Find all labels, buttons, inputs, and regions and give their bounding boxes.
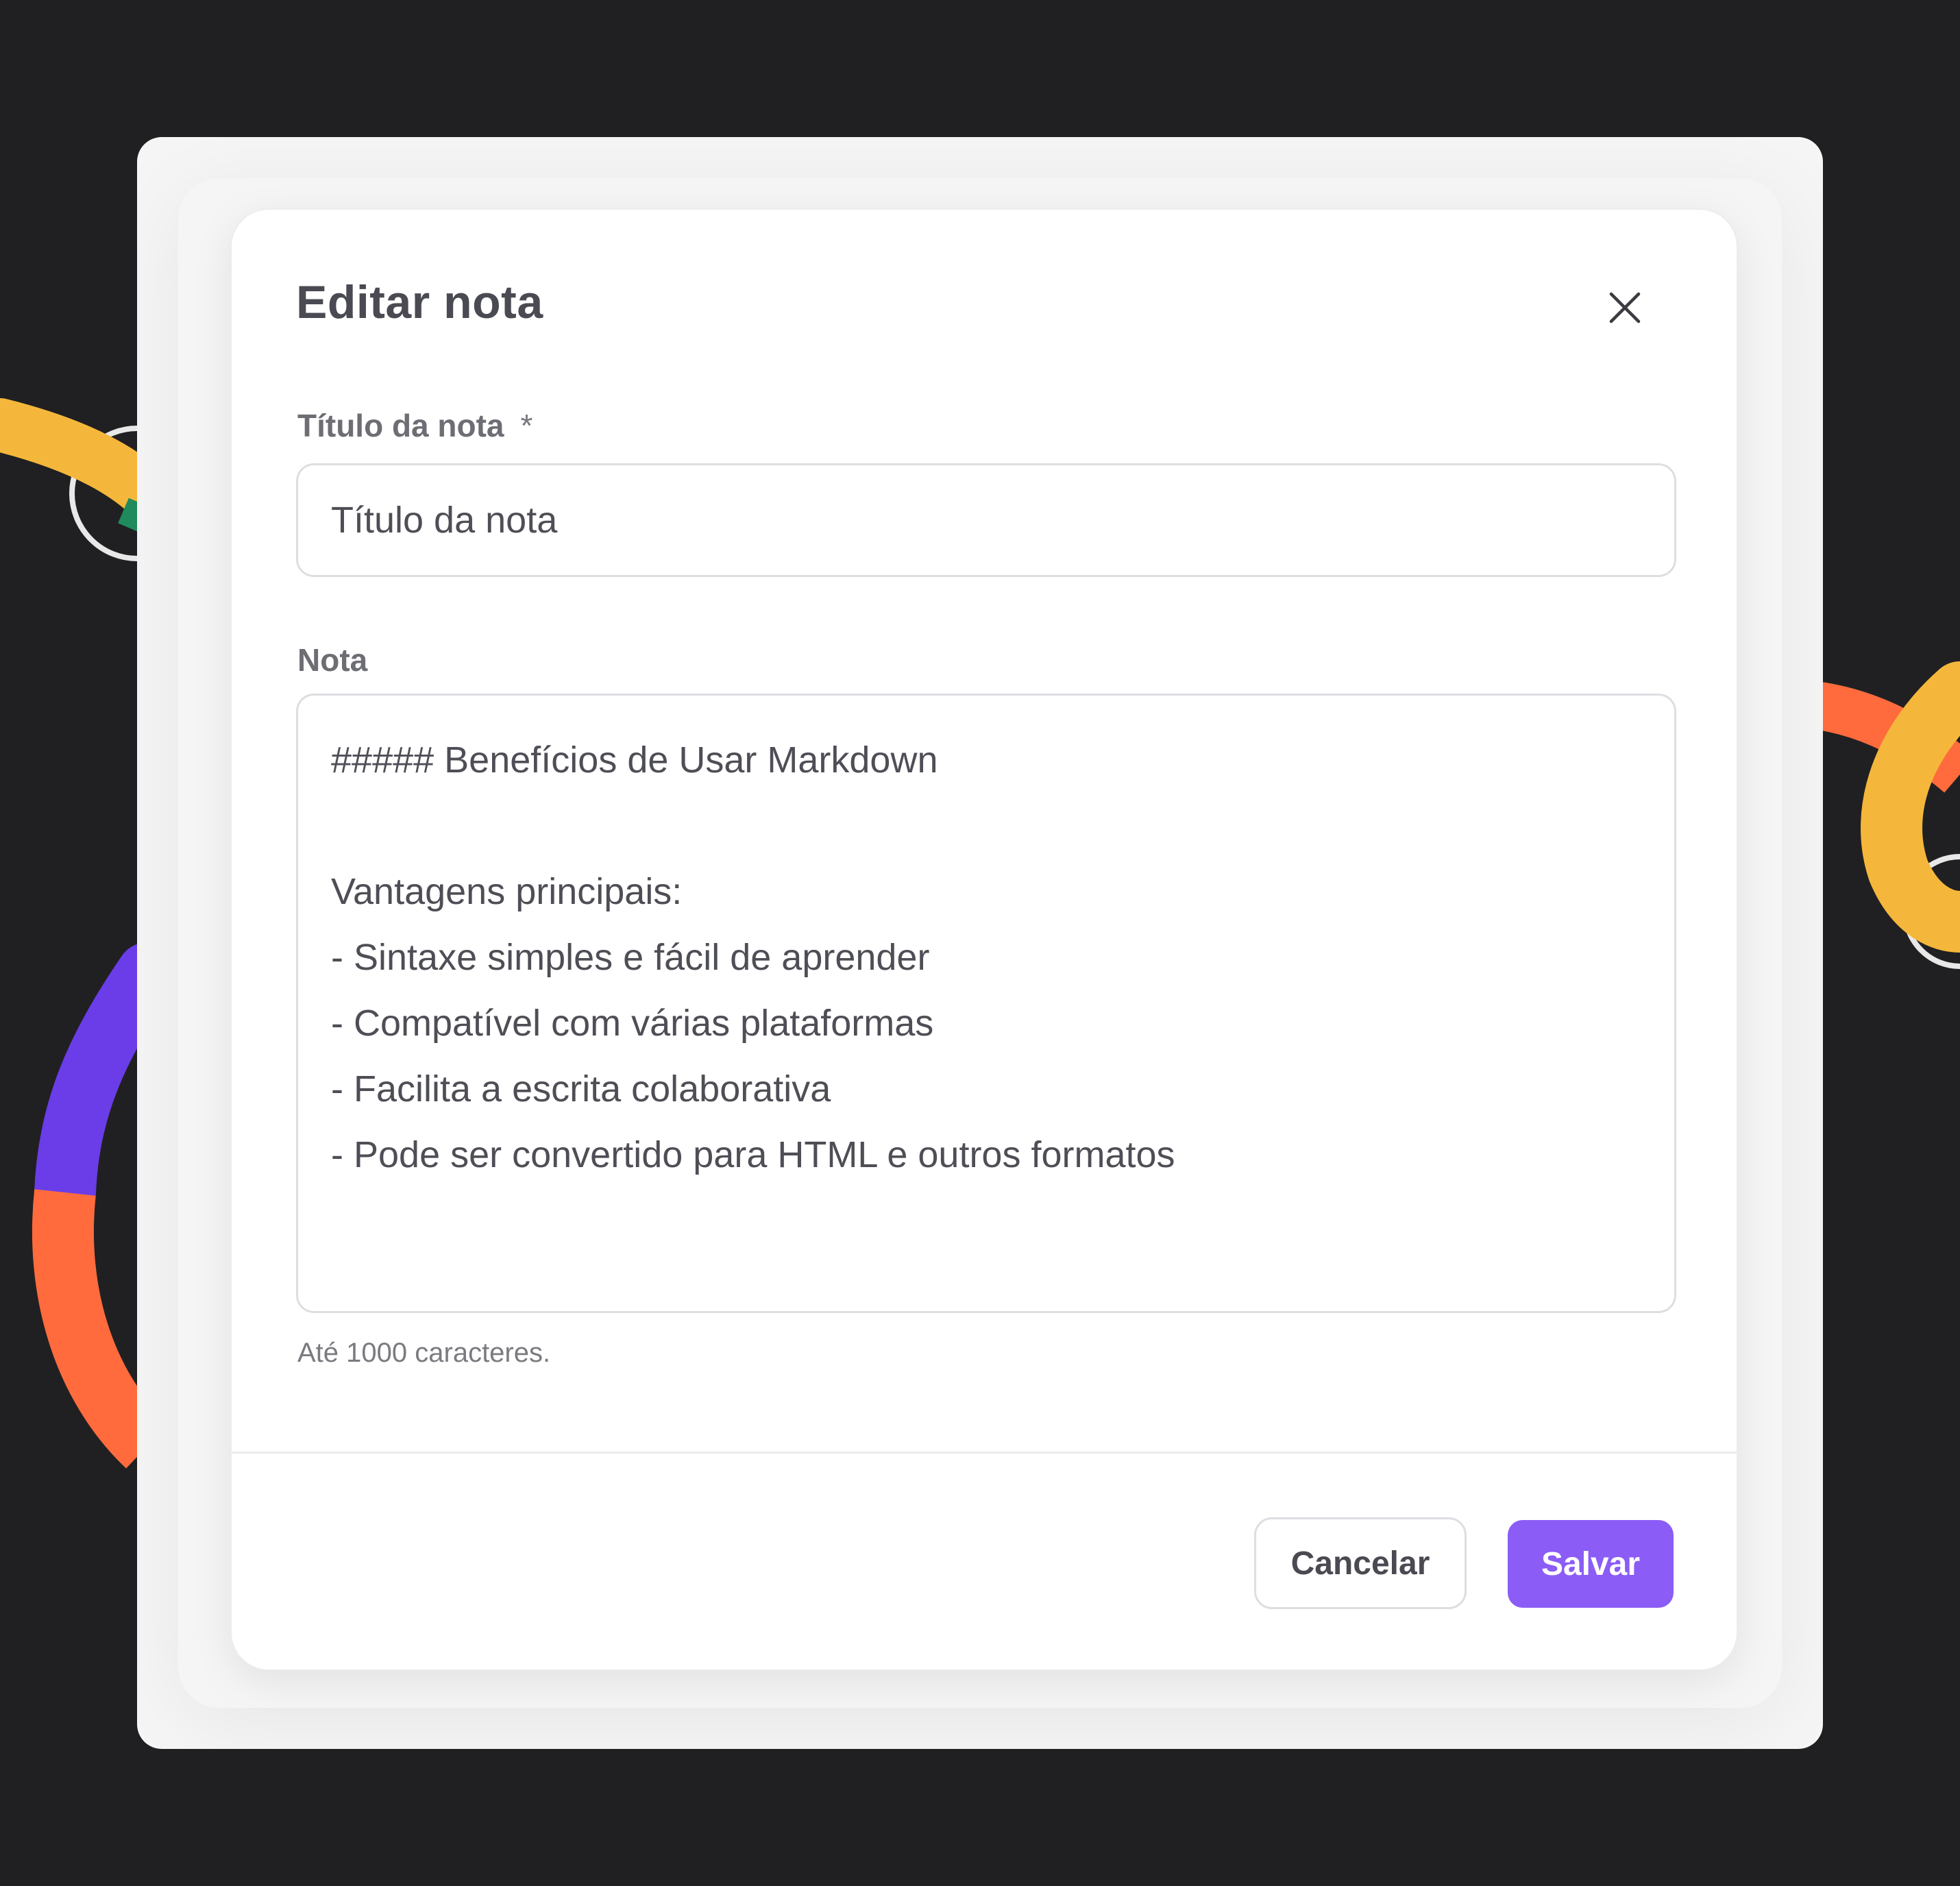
edit-note-dialog: Editar nota Título da nota * Nota ##### B… (230, 208, 1738, 1671)
frame-card: Editar nota Título da nota * Nota ##### B… (137, 137, 1823, 1749)
required-marker: * (520, 408, 533, 443)
close-button[interactable] (1600, 282, 1650, 333)
note-field-label: Nota (297, 642, 368, 678)
save-button[interactable]: Salvar (1508, 1520, 1674, 1608)
note-line: Vantagens principais: (331, 871, 683, 912)
footer-divider (232, 1452, 1737, 1454)
title-label-text: Título da nota (297, 408, 504, 443)
cancel-button[interactable]: Cancelar (1254, 1517, 1467, 1609)
character-limit-hint: Até 1000 caracteres. (297, 1338, 551, 1368)
dialog-title: Editar nota (296, 276, 543, 328)
note-line: - Pode ser convertido para HTML e outros… (331, 1134, 1175, 1175)
note-line: - Sintaxe simples e fácil de aprender (331, 937, 930, 978)
title-field-label: Título da nota * (297, 407, 532, 444)
close-icon (1609, 292, 1641, 323)
note-textarea[interactable]: ##### Benefícios de Usar Markdown Vantag… (296, 694, 1676, 1313)
note-line: - Compatível com várias plataformas (331, 1003, 934, 1044)
note-line: - Facilita a escrita colaborativa (331, 1068, 831, 1110)
note-line (331, 793, 1641, 859)
title-input[interactable] (296, 463, 1676, 577)
note-line: ##### Benefícios de Usar Markdown (331, 739, 938, 781)
